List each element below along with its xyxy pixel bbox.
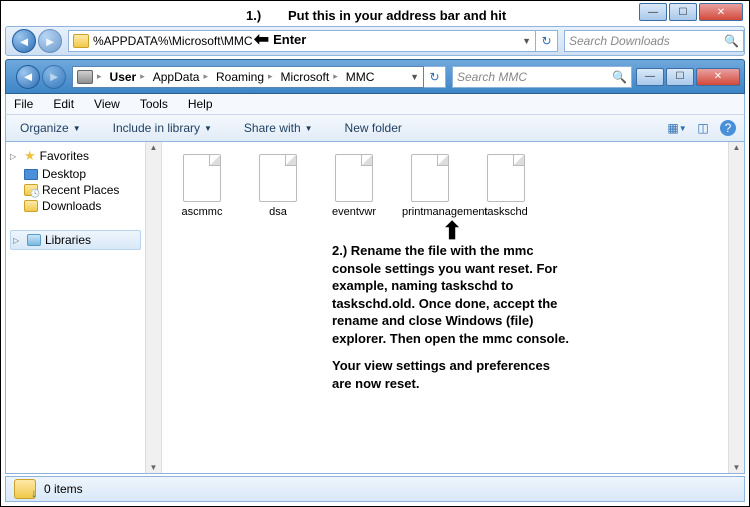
menu-help[interactable]: Help	[184, 95, 217, 113]
help-button[interactable]: ?	[720, 120, 736, 136]
address-bar-1[interactable]: %APPDATA%\Microsoft\MMC ▼	[68, 30, 536, 52]
crumb-roaming[interactable]: Roaming▸	[212, 67, 277, 87]
crumb-user[interactable]: User▸	[106, 67, 149, 87]
close-button[interactable]: ✕	[699, 3, 743, 21]
view-options-button[interactable]: ▦ ▼	[668, 120, 686, 136]
libraries-icon	[27, 234, 41, 246]
search-icon: 🔍	[724, 34, 739, 48]
maximize-button[interactable]: ☐	[669, 3, 697, 21]
file-icon	[411, 154, 449, 202]
forward-button[interactable]: ►	[38, 29, 62, 53]
folder-icon	[73, 34, 89, 48]
search-1-placeholder: Search Downloads	[569, 34, 670, 48]
expand-icon-2[interactable]: ▷	[13, 236, 23, 245]
menu-file[interactable]: File	[10, 95, 37, 113]
crumb-appdata[interactable]: AppData▸	[149, 67, 212, 87]
expand-icon[interactable]: ▷	[10, 152, 20, 161]
nav-bar-1: ◄ ► %APPDATA%\Microsoft\MMC ▼ ↻ Search D…	[5, 26, 745, 56]
file-icon	[335, 154, 373, 202]
file-item[interactable]: printmanagement	[402, 154, 458, 218]
crumb-mmc[interactable]: MMC	[342, 67, 379, 87]
search-box-1[interactable]: Search Downloads 🔍	[564, 30, 744, 52]
address-bar-1-value: %APPDATA%\Microsoft\MMC	[93, 34, 253, 48]
preview-pane-button[interactable]: ◫	[694, 120, 712, 136]
content-scrollbar[interactable]	[728, 142, 744, 473]
share-with-button[interactable]: Share with▼	[238, 118, 319, 138]
search-box-2[interactable]: Search MMC 🔍	[452, 66, 632, 88]
sidebar-desktop[interactable]: Desktop	[8, 166, 159, 182]
menu-view[interactable]: View	[90, 95, 124, 113]
navigation-pane: ▷ ★ Favorites Desktop Recent Places Down…	[6, 142, 162, 473]
desktop-icon	[24, 169, 38, 180]
file-icon	[259, 154, 297, 202]
new-folder-button[interactable]: New folder	[339, 118, 408, 138]
annotation-step2: 2.) Rename the file with the mmc console…	[332, 242, 572, 392]
main-area: ▷ ★ Favorites Desktop Recent Places Down…	[5, 142, 745, 474]
file-item[interactable]: dsa	[250, 154, 306, 218]
breadcrumb-bar[interactable]: ▸ User▸ AppData▸ Roaming▸ Microsoft▸ MMC…	[72, 66, 424, 88]
maximize-button-2[interactable]: ☐	[666, 68, 694, 86]
file-icon	[487, 154, 525, 202]
sidebar-recent[interactable]: Recent Places	[8, 182, 159, 198]
refresh-button-1[interactable]: ↻	[536, 30, 558, 52]
window-controls-top: — ☐ ✕	[639, 3, 743, 21]
minimize-button-2[interactable]: —	[636, 68, 664, 86]
sidebar-downloads[interactable]: Downloads	[8, 198, 159, 214]
file-icon	[183, 154, 221, 202]
item-count: 0 items	[44, 482, 83, 496]
command-bar: Organize▼ Include in library▼ Share with…	[5, 114, 745, 142]
status-bar: 0 items	[5, 476, 745, 502]
folder-status-icon	[14, 479, 36, 499]
breadcrumb-dropdown-icon[interactable]: ▼	[406, 72, 423, 82]
close-button-2[interactable]: ✕	[696, 68, 740, 86]
menu-tools[interactable]: Tools	[136, 95, 172, 113]
refresh-button-2[interactable]: ↻	[424, 66, 446, 88]
forward-button-2[interactable]: ►	[42, 65, 66, 89]
crumb-microsoft[interactable]: Microsoft▸	[277, 67, 342, 87]
annotation-step1: 1.) Put this in your address bar and hit	[1, 4, 749, 26]
file-item[interactable]: taskschd	[478, 154, 534, 218]
file-item[interactable]: eventvwr	[326, 154, 382, 218]
include-in-library-button[interactable]: Include in library▼	[107, 118, 218, 138]
window-chrome-2: ◄ ► ▸ User▸ AppData▸ Roaming▸ Microsoft▸…	[5, 59, 745, 94]
file-item[interactable]: ascmmc	[174, 154, 230, 218]
back-button-2[interactable]: ◄	[16, 65, 40, 89]
organize-button[interactable]: Organize▼	[14, 118, 87, 138]
star-icon: ★	[24, 148, 36, 164]
annotation-step1-text: Put this in your address bar and hit	[288, 8, 506, 23]
annotation-step1-num: 1.)	[246, 8, 261, 23]
minimize-button[interactable]: —	[639, 3, 667, 21]
favorites-header[interactable]: ▷ ★ Favorites	[8, 146, 159, 166]
menu-edit[interactable]: Edit	[49, 95, 78, 113]
address-dropdown-icon[interactable]: ▼	[522, 36, 531, 46]
file-list-pane[interactable]: ascmmc dsa eventvwr printmanagement task…	[162, 142, 744, 473]
back-button[interactable]: ◄	[12, 29, 36, 53]
downloads-icon	[24, 200, 38, 212]
drive-icon	[77, 70, 93, 84]
search-2-placeholder: Search MMC	[457, 70, 527, 84]
sidebar-scrollbar[interactable]	[145, 142, 161, 473]
menu-bar: File Edit View Tools Help	[5, 94, 745, 114]
recent-icon	[24, 184, 38, 196]
crumb-computer[interactable]: ▸	[73, 67, 106, 87]
libraries-header[interactable]: ▷ Libraries	[10, 230, 141, 250]
search-icon-2: 🔍	[612, 70, 627, 84]
